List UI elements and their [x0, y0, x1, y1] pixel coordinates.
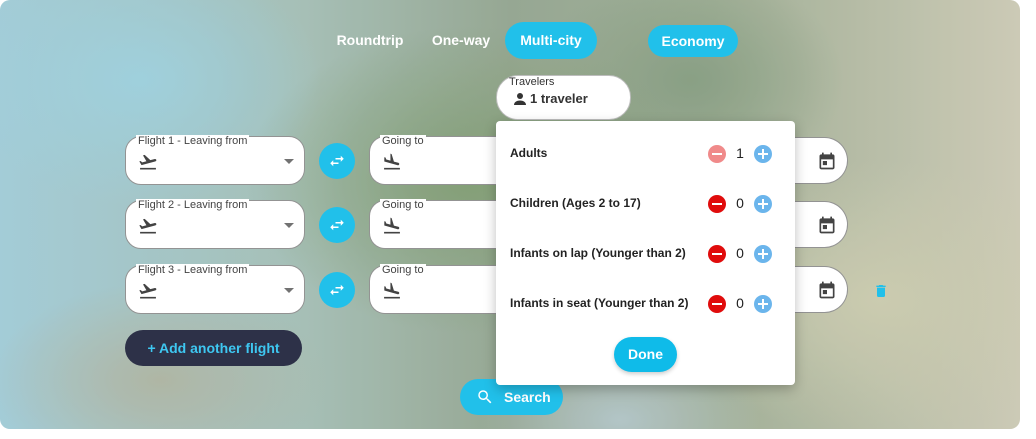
flight-1-destination-field[interactable]: Going to [369, 135, 509, 185]
flight-2-swap-button[interactable] [319, 207, 355, 243]
trash-icon[interactable] [873, 282, 889, 300]
passenger-label: Infants on lap (Younger than 2) [510, 246, 686, 260]
flight-takeoff-icon [139, 283, 157, 299]
flight-3-origin-field[interactable]: Flight 3 - Leaving from [125, 264, 305, 314]
flight-2-origin-field[interactable]: Flight 2 - Leaving from [125, 199, 305, 249]
flight-1-swap-button[interactable] [319, 143, 355, 179]
flight-takeoff-icon [139, 218, 157, 234]
search-card: Roundtrip One-way Multi-city Economy Tra… [0, 0, 1020, 429]
increment-infants-seat-button[interactable] [754, 295, 772, 313]
adults-count: 1 [736, 145, 744, 161]
passenger-row-children: Children (Ages 2 to 17) 0 [510, 193, 780, 215]
trip-type-roundtrip[interactable]: Roundtrip [330, 22, 410, 59]
swap-icon [330, 219, 344, 231]
flight-land-icon [384, 153, 400, 170]
decrement-infants-seat-button[interactable] [708, 295, 726, 313]
flight-land-icon [384, 282, 400, 299]
infants-lap-count: 0 [736, 245, 744, 261]
calendar-icon[interactable] [817, 215, 837, 235]
person-icon [514, 93, 526, 105]
chevron-down-icon[interactable] [284, 223, 294, 228]
passenger-label: Adults [510, 146, 548, 160]
flight-3-origin-label: Flight 3 - Leaving from [136, 264, 250, 277]
swap-icon [330, 284, 344, 296]
flight-3-destination-label: Going to [380, 264, 426, 277]
flight-2-destination-field[interactable]: Going to [369, 199, 509, 249]
flight-1-date-field[interactable] [788, 137, 848, 184]
passenger-row-infants-lap: Infants on lap (Younger than 2) 0 [510, 243, 780, 265]
flight-2-destination-label: Going to [380, 199, 426, 212]
trip-type-multicity[interactable]: Multi-city [505, 22, 597, 59]
infants-seat-count: 0 [736, 295, 744, 311]
chevron-down-icon[interactable] [284, 288, 294, 293]
decrement-children-button[interactable] [708, 195, 726, 213]
flight-takeoff-icon [139, 154, 157, 170]
decrement-infants-lap-button[interactable] [708, 245, 726, 263]
flight-land-icon [384, 217, 400, 234]
increment-infants-lap-button[interactable] [754, 245, 772, 263]
children-count: 0 [736, 195, 744, 211]
passenger-selector-panel: Adults 1 Children (Ages 2 to 17) 0 Infan… [496, 121, 795, 385]
travelers-label: Travelers [509, 76, 555, 88]
passenger-label: Children (Ages 2 to 17) [510, 196, 641, 210]
search-icon [478, 390, 492, 404]
passenger-row-adults: Adults 1 [510, 143, 780, 165]
calendar-icon[interactable] [817, 280, 837, 300]
flight-1-origin-field[interactable]: Flight 1 - Leaving from [125, 135, 305, 185]
increment-adults-button[interactable] [754, 145, 772, 163]
done-button[interactable]: Done [614, 337, 677, 372]
flight-2-origin-label: Flight 2 - Leaving from [136, 199, 250, 212]
flight-1-destination-label: Going to [380, 135, 426, 148]
calendar-icon[interactable] [817, 151, 837, 171]
add-flight-button[interactable]: + Add another flight [125, 330, 302, 366]
travelers-value: 1 traveler [530, 91, 588, 106]
passenger-row-infants-seat: Infants in seat (Younger than 2) 0 [510, 293, 780, 315]
flight-1-origin-label: Flight 1 - Leaving from [136, 135, 250, 148]
chevron-down-icon[interactable] [284, 159, 294, 164]
decrement-adults-button[interactable] [708, 145, 726, 163]
trip-type-oneway[interactable]: One-way [424, 22, 498, 59]
passenger-label: Infants in seat (Younger than 2) [510, 296, 689, 310]
travelers-selector[interactable]: Travelers 1 traveler [496, 75, 631, 120]
swap-icon [330, 155, 344, 167]
flight-3-swap-button[interactable] [319, 272, 355, 308]
flight-2-date-field[interactable] [788, 201, 848, 248]
flight-3-destination-field[interactable]: Going to [369, 264, 509, 314]
increment-children-button[interactable] [754, 195, 772, 213]
cabin-class-button[interactable]: Economy [648, 25, 738, 57]
flight-3-date-field[interactable] [788, 266, 848, 313]
